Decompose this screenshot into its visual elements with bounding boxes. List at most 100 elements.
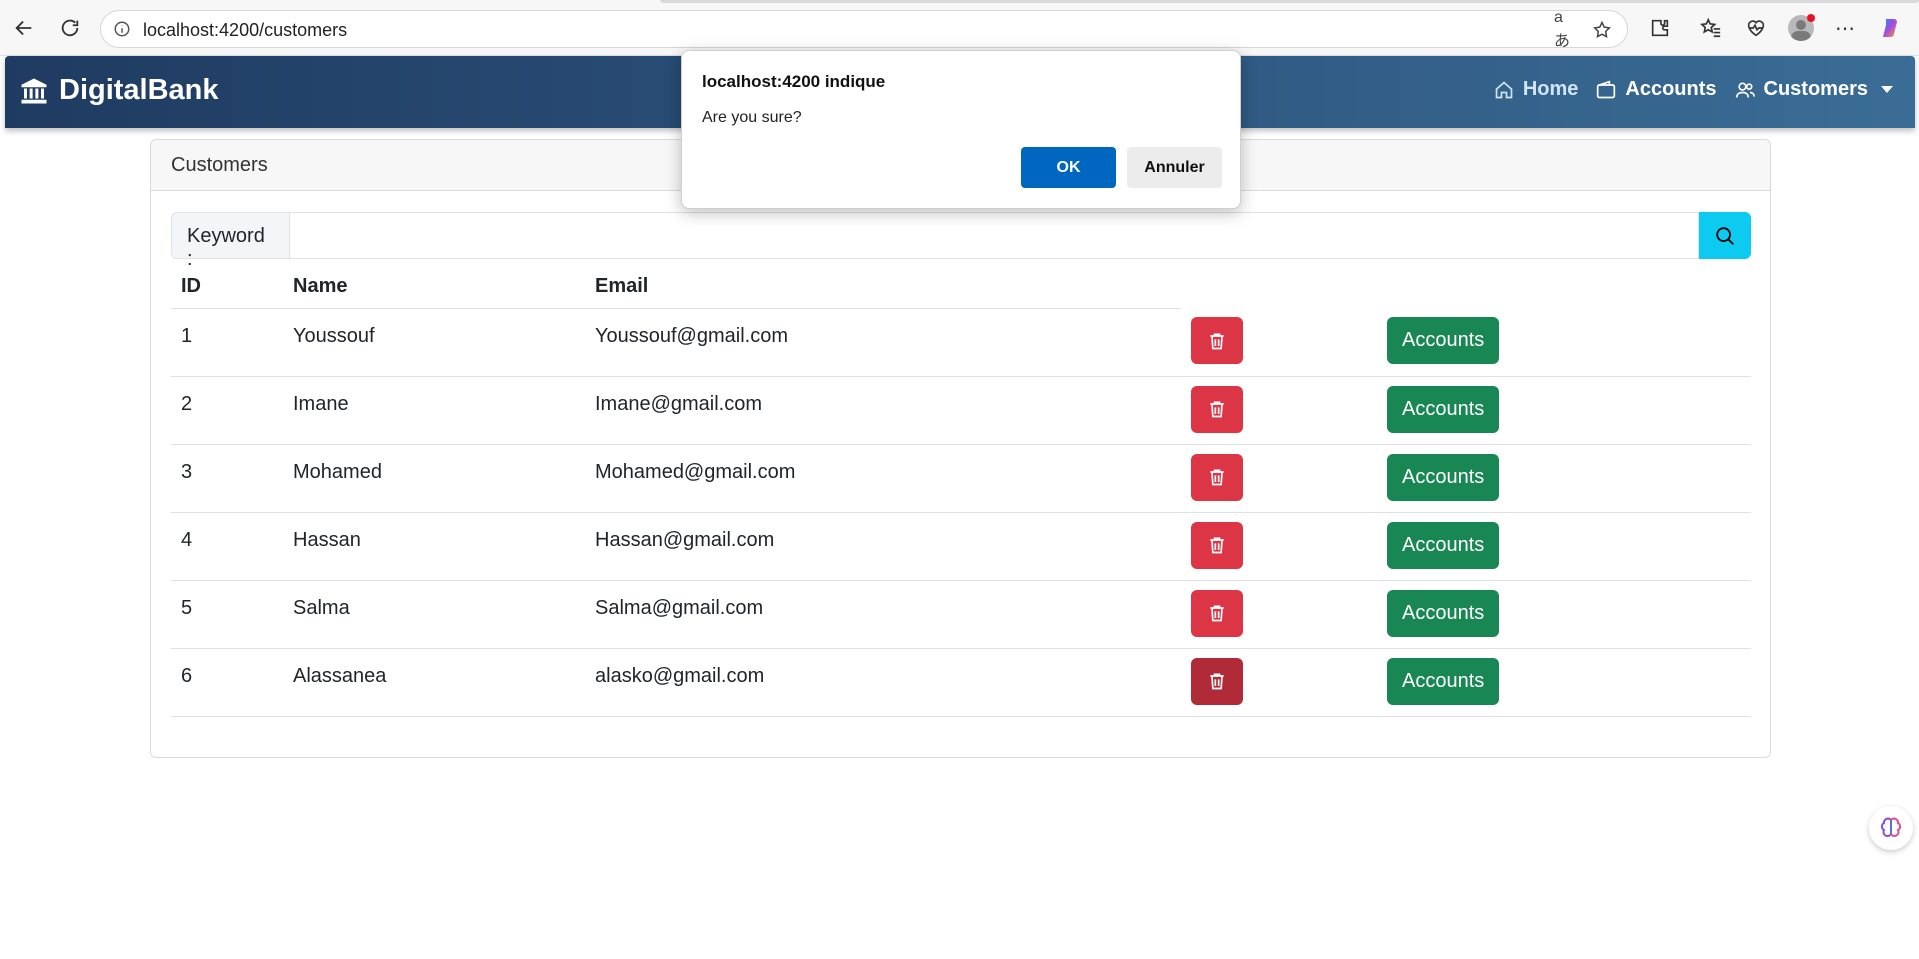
address-bar[interactable]: localhost:4200/customers aあ — [100, 9, 1628, 50]
accounts-button[interactable]: Accounts — [1387, 589, 1500, 637]
browser-essentials-icon[interactable] — [1742, 14, 1770, 42]
nav-accounts-label: Accounts — [1625, 78, 1717, 100]
nav-home[interactable]: Home — [1494, 78, 1579, 101]
bank-icon — [21, 78, 47, 103]
cell-name: Hassan — [283, 512, 585, 581]
cell-email: Youssouf@gmail.com — [585, 308, 1181, 377]
dialog-message: Are you sure? — [702, 109, 802, 126]
nav-customers-label: Customers — [1763, 78, 1868, 100]
column-header-delete — [1181, 265, 1377, 308]
cell-id: 1 — [171, 308, 283, 377]
cell-accounts: Accounts — [1377, 308, 1751, 377]
cell-delete — [1181, 308, 1377, 377]
cell-name: Imane — [283, 376, 585, 445]
trash-icon — [1210, 673, 1224, 690]
reload-icon[interactable] — [56, 14, 84, 42]
nav-customers-dropdown[interactable]: Customers — [1735, 78, 1893, 101]
brand-name: DigitalBank — [59, 74, 219, 106]
table-row: 1 Youssouf Youssouf@gmail.com Accounts — [171, 308, 1751, 377]
customers-table: ID Name Email 1 Youssouf Youssouf@gmail.… — [171, 265, 1751, 717]
accounts-button[interactable]: Accounts — [1387, 385, 1500, 433]
favorites-icon[interactable] — [1697, 14, 1725, 42]
table-header-row: ID Name Email — [171, 265, 1751, 309]
people-icon — [1735, 82, 1755, 98]
cell-delete — [1181, 444, 1377, 513]
cell-name: Mohamed — [283, 444, 585, 513]
delete-button[interactable] — [1191, 657, 1243, 705]
cell-id: 5 — [171, 580, 283, 649]
favorite-star-icon[interactable] — [1591, 19, 1613, 41]
nav-accounts[interactable]: Accounts — [1596, 78, 1717, 101]
cell-delete — [1181, 580, 1377, 649]
cell-email: Mohamed@gmail.com — [585, 444, 1181, 513]
extensions-icon[interactable] — [1646, 14, 1674, 42]
customers-card: Customers Keyword : ID Name Email 1 Yous… — [150, 139, 1771, 758]
cell-accounts: Accounts — [1377, 648, 1751, 717]
cell-email: Salma@gmail.com — [585, 580, 1181, 649]
table-row: 2 Imane Imane@gmail.com Accounts — [171, 376, 1751, 445]
tab-strip — [660, 0, 1919, 3]
column-header-accounts — [1377, 265, 1751, 308]
cell-email: alasko@gmail.com — [585, 648, 1181, 717]
table-row: 4 Hassan Hassan@gmail.com Accounts — [171, 512, 1751, 581]
trash-icon — [1210, 333, 1224, 349]
browser-toolbar: localhost:4200/customers aあ ⋯ — [0, 0, 1919, 56]
column-header-id: ID — [171, 265, 283, 309]
column-header-name: Name — [283, 265, 585, 309]
cell-id: 3 — [171, 444, 283, 513]
more-icon[interactable]: ⋯ — [1831, 14, 1859, 42]
table-row: 5 Salma Salma@gmail.com Accounts — [171, 580, 1751, 649]
column-header-email: Email — [585, 265, 1181, 309]
delete-button[interactable] — [1191, 521, 1243, 569]
cell-accounts: Accounts — [1377, 444, 1751, 513]
wallet-icon — [1597, 80, 1616, 98]
delete-button[interactable] — [1191, 589, 1243, 637]
brand[interactable]: DigitalBank — [19, 74, 219, 107]
copilot-icon[interactable] — [1877, 14, 1905, 42]
dialog-ok-button[interactable]: OK — [1021, 147, 1116, 188]
trash-icon — [1210, 401, 1224, 418]
cell-accounts: Accounts — [1377, 580, 1751, 649]
cell-id: 4 — [171, 512, 283, 581]
cell-delete — [1181, 512, 1377, 581]
delete-button[interactable] — [1191, 385, 1243, 433]
read-aloud-icon[interactable]: aあ — [1554, 9, 1576, 50]
keyword-input[interactable] — [289, 212, 1699, 259]
nav-home-label: Home — [1522, 78, 1579, 100]
delete-button[interactable] — [1191, 453, 1243, 501]
home-icon — [1495, 80, 1513, 98]
accounts-button[interactable]: Accounts — [1387, 453, 1500, 501]
accounts-button[interactable]: Accounts — [1387, 317, 1500, 364]
back-icon[interactable] — [10, 14, 38, 42]
info-icon[interactable] — [113, 20, 131, 38]
cell-id: 6 — [171, 648, 283, 717]
cell-name: Salma — [283, 580, 585, 649]
table-row: 6 Alassanea alasko@gmail.com Accounts — [171, 648, 1751, 717]
nav-links: Home Accounts Customers — [1494, 78, 1893, 101]
cell-delete — [1181, 648, 1377, 717]
delete-button[interactable] — [1191, 317, 1243, 364]
keyword-label: Keyword : — [171, 212, 289, 270]
cell-accounts: Accounts — [1377, 376, 1751, 445]
accounts-button[interactable]: Accounts — [1387, 521, 1500, 569]
cell-email: Imane@gmail.com — [585, 376, 1181, 445]
profile-avatar-icon[interactable] — [1787, 14, 1815, 42]
floating-assistant-button[interactable] — [1869, 806, 1913, 850]
url-text[interactable]: localhost:4200/customers — [143, 20, 347, 41]
brain-icon — [1880, 817, 1902, 837]
search-button[interactable] — [1699, 212, 1751, 259]
accounts-button[interactable]: Accounts — [1387, 657, 1500, 705]
trash-icon — [1210, 605, 1224, 622]
cell-delete — [1181, 376, 1377, 445]
search-icon — [1716, 226, 1734, 245]
cell-name: Alassanea — [283, 648, 585, 717]
dialog-cancel-button[interactable]: Annuler — [1127, 147, 1222, 188]
dialog-title: localhost:4200 indique — [702, 72, 886, 91]
cell-id: 2 — [171, 376, 283, 445]
cell-name: Youssouf — [283, 308, 585, 377]
chevron-down-icon — [1881, 86, 1893, 93]
cell-email: Hassan@gmail.com — [585, 512, 1181, 581]
search-group: Keyword : — [171, 212, 1751, 270]
table-row: 3 Mohamed Mohamed@gmail.com Accounts — [171, 444, 1751, 513]
trash-icon — [1210, 469, 1224, 486]
